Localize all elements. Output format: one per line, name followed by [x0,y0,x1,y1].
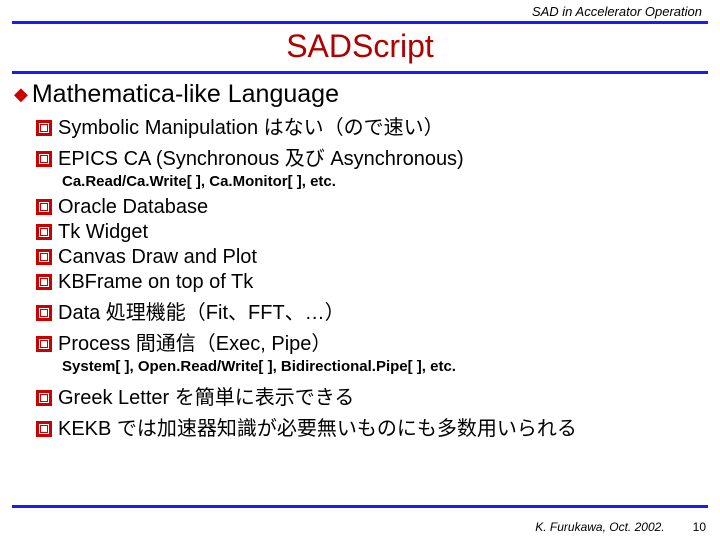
square-icon [36,120,52,136]
item-text: EPICS CA (Synchronous 及び Asynchronous) [58,142,464,171]
list-item: Canvas Draw and Plot [36,246,706,269]
list-item: KEKB では加速器知識が必要無いものにも多数用いられる [36,412,706,441]
item-text: Process 間通信（Exec, Pipe） [58,327,331,356]
square-icon [36,421,52,437]
diamond-icon: ◆ [14,84,28,105]
square-icon [36,274,52,290]
content-area: ◆ Mathematica-like Language Symbolic Man… [0,80,720,441]
item-text: Symbolic Manipulation はない（ので速い） [58,111,444,140]
sub-item: Ca.Read/Ca.Write[ ], Ca.Monitor[ ], etc. [62,173,706,190]
item-text: KBFrame on top of Tk [58,271,253,294]
item-text: KEKB では加速器知識が必要無いものにも多数用いられる [58,412,577,441]
square-icon [36,199,52,215]
header-context: SAD in Accelerator Operation [0,0,720,21]
item-text: Data 処理機能（Fit、FFT、…） [58,296,345,325]
square-icon [36,151,52,167]
list-item: Data 処理機能（Fit、FFT、…） [36,296,706,325]
list-item: Oracle Database [36,196,706,219]
item-text: Tk Widget [58,221,148,244]
list-item: Tk Widget [36,221,706,244]
square-icon [36,336,52,352]
square-icon [36,305,52,321]
sub-item: System[ ], Open.Read/Write[ ], Bidirecti… [62,358,706,375]
divider-bottom [12,505,708,508]
item-text: Canvas Draw and Plot [58,246,257,269]
slide-title: SADScript [0,28,720,65]
item-text: Greek Letter を簡単に表示できる [58,381,354,410]
page-number: 10 [693,520,706,534]
footer-author: K. Furukawa, Oct. 2002. [535,520,664,534]
list-item: Greek Letter を簡単に表示できる [36,381,706,410]
list-item: EPICS CA (Synchronous 及び Asynchronous) [36,142,706,171]
item-text: Oracle Database [58,196,208,219]
divider-title [12,71,708,74]
list-item: KBFrame on top of Tk [36,271,706,294]
list-item: Symbolic Manipulation はない（ので速い） [36,111,706,140]
section-heading: ◆ Mathematica-like Language [14,80,706,109]
square-icon [36,224,52,240]
divider-top [12,21,708,24]
section-text: Mathematica-like Language [32,80,339,109]
list-item: Process 間通信（Exec, Pipe） [36,327,706,356]
square-icon [36,249,52,265]
square-icon [36,390,52,406]
footer: K. Furukawa, Oct. 2002. 10 [535,520,706,534]
